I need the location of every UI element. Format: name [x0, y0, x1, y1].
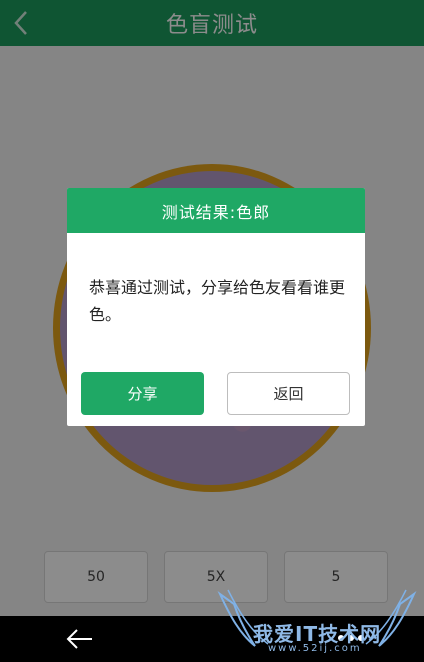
watermark-url: www.52ij.com: [268, 643, 362, 654]
result-dialog: 测试结果:色郎 恭喜通过测试，分享给色友看看谁更色。 分享 返回: [67, 188, 365, 426]
share-button[interactable]: 分享: [81, 372, 204, 415]
dialog-title: 测试结果:色郎: [67, 188, 365, 233]
arrow-left-icon[interactable]: [64, 626, 96, 652]
dialog-message: 恭喜通过测试，分享给色友看看谁更色。: [89, 278, 346, 324]
return-button[interactable]: 返回: [227, 372, 350, 415]
